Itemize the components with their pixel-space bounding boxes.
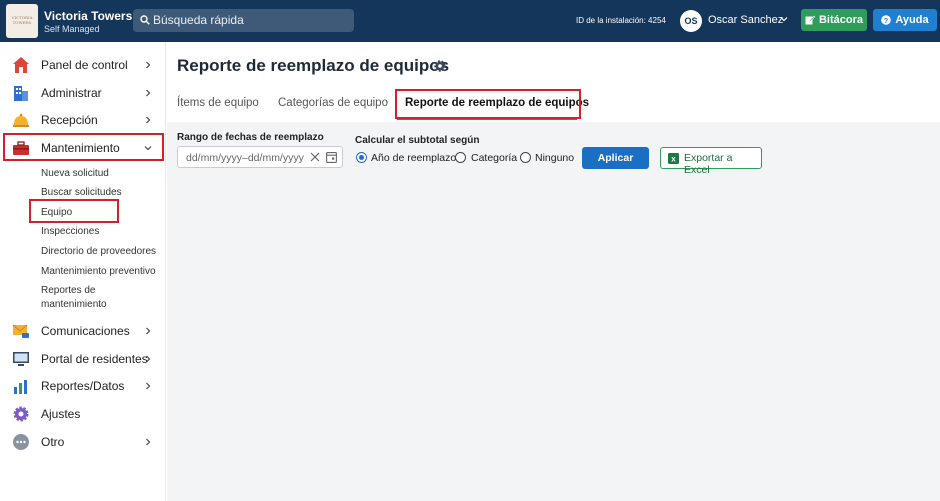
chevron-right-icon: [146, 438, 151, 446]
search-placeholder: Búsqueda rápida: [153, 13, 244, 27]
radio-ninguno[interactable]: [520, 152, 531, 163]
close-icon[interactable]: [310, 152, 320, 162]
subitem-directorio-proveedores[interactable]: Directorio de proveedores: [41, 246, 156, 257]
radio-label-ninguno: Ninguno: [535, 152, 575, 164]
sidebar-item-label: Panel de control: [41, 58, 128, 72]
sidebar-item-label: Ajustes: [41, 407, 81, 421]
sidebar-item-label: Portal de residentes: [41, 352, 148, 366]
brand-logo[interactable]: VICTORIA TOWERS: [6, 4, 38, 38]
sidebar-item-recepcion[interactable]: Recepción: [0, 107, 166, 133]
apply-button[interactable]: Aplicar: [582, 147, 649, 169]
radio-label-ano: Año de reemplazo: [371, 152, 457, 164]
tab-categorias-equipo[interactable]: Categorías de equipo: [278, 97, 388, 109]
bitacora-button[interactable]: Bitácora: [801, 9, 867, 31]
envelope-icon: [12, 324, 29, 338]
page-header: Reporte de reemplazo de equipos Ítems de…: [167, 42, 940, 122]
installation-id: ID de la instalación: 4254: [576, 16, 666, 25]
avatar[interactable]: OS: [680, 10, 702, 32]
help-icon: ?: [881, 15, 892, 25]
date-range-input[interactable]: dd/mm/yyyy–dd/mm/yyyy: [177, 146, 343, 168]
sidebar-item-ajustes[interactable]: Ajustes: [0, 401, 166, 427]
sidebar-item-portal-residentes[interactable]: Portal de residentes: [0, 346, 166, 372]
svg-text:?: ?: [884, 18, 888, 25]
sidebar-item-panel-de-control[interactable]: Panel de control: [0, 52, 166, 78]
help-label: Ayuda: [895, 14, 929, 26]
bar-chart-icon: [14, 380, 27, 394]
radio-ano-reemplazo[interactable]: [356, 152, 367, 163]
highlight-equipo: [29, 199, 119, 223]
more-icon: [13, 434, 29, 450]
subtotal-label: Calcular el subtotal según: [355, 135, 480, 146]
gear-icon: [13, 406, 29, 422]
calendar-icon[interactable]: [326, 151, 337, 163]
sidebar-item-label: Administrar: [41, 86, 102, 100]
sidebar-item-reportes-datos[interactable]: Reportes/Datos: [0, 373, 166, 399]
search-icon: [140, 15, 150, 25]
svg-text:x: x: [671, 155, 676, 164]
brand-logo-text: VICTORIA TOWERS: [11, 15, 33, 25]
building-icon: [14, 86, 28, 101]
highlight-tab: [395, 89, 581, 119]
subitem-reportes-mantenimiento-line2[interactable]: mantenimiento: [41, 299, 107, 310]
bell-icon: [13, 113, 29, 127]
sidebar-item-administrar[interactable]: Administrar: [0, 80, 166, 106]
sidebar-item-label: Comunicaciones: [41, 324, 130, 338]
settings-gear-icon[interactable]: [433, 59, 447, 73]
chevron-right-icon: [146, 116, 151, 124]
tab-items-equipo[interactable]: Ítems de equipo: [177, 97, 259, 109]
top-bar: VICTORIA TOWERS Victoria Towers Self Man…: [0, 0, 940, 42]
subitem-inspecciones[interactable]: Inspecciones: [41, 226, 99, 237]
export-excel-button[interactable]: x Exportar a Excel: [660, 147, 762, 176]
page-title: Reporte de reemplazo de equipos: [177, 56, 450, 75]
chevron-right-icon: [146, 61, 151, 69]
main-content: Reporte de reemplazo de equipos Ítems de…: [167, 42, 940, 501]
radio-categoria[interactable]: [455, 152, 466, 163]
brand-subtitle: Self Managed: [44, 24, 100, 34]
bitacora-label: Bitácora: [818, 14, 864, 26]
radio-label-categoria: Categoría: [471, 152, 518, 164]
subitem-buscar-solicitudes[interactable]: Buscar solicitudes: [41, 187, 122, 198]
subitem-nueva-solicitud[interactable]: Nueva solicitud: [41, 168, 109, 179]
highlight-mantenimiento: [3, 133, 164, 161]
help-button[interactable]: ? Ayuda: [873, 9, 937, 31]
chevron-right-icon: [146, 355, 151, 363]
sidebar-item-label: Otro: [41, 435, 65, 449]
monitor-icon: [13, 352, 29, 366]
subitem-reportes-mantenimiento[interactable]: Reportes de: [41, 285, 95, 296]
brand-name: Victoria Towers: [44, 9, 133, 23]
search-input[interactable]: Búsqueda rápida: [133, 9, 354, 32]
chevron-right-icon: [146, 382, 151, 390]
date-range-label: Rango de fechas de reemplazo: [177, 132, 324, 143]
chevron-right-icon: [146, 89, 151, 97]
home-icon: [13, 57, 29, 73]
chevron-down-icon[interactable]: [780, 15, 788, 23]
chevron-right-icon: [146, 327, 151, 335]
date-placeholder: dd/mm/yyyy–dd/mm/yyyy: [186, 152, 304, 164]
sidebar-item-label: Recepción: [41, 113, 98, 127]
export-label: Exportar a Excel: [684, 152, 733, 176]
user-name[interactable]: Oscar Sanchez: [708, 14, 783, 26]
sidebar-item-otro[interactable]: Otro: [0, 429, 166, 455]
sidebar: Panel de control Administrar Recepción M…: [0, 42, 166, 501]
sidebar-item-comunicaciones[interactable]: Comunicaciones: [0, 318, 166, 344]
sidebar-item-label: Reportes/Datos: [41, 379, 125, 393]
edit-icon: [805, 15, 815, 25]
excel-icon: x: [668, 153, 679, 164]
subitem-mantenimiento-preventivo[interactable]: Mantenimiento preventivo: [41, 266, 156, 277]
